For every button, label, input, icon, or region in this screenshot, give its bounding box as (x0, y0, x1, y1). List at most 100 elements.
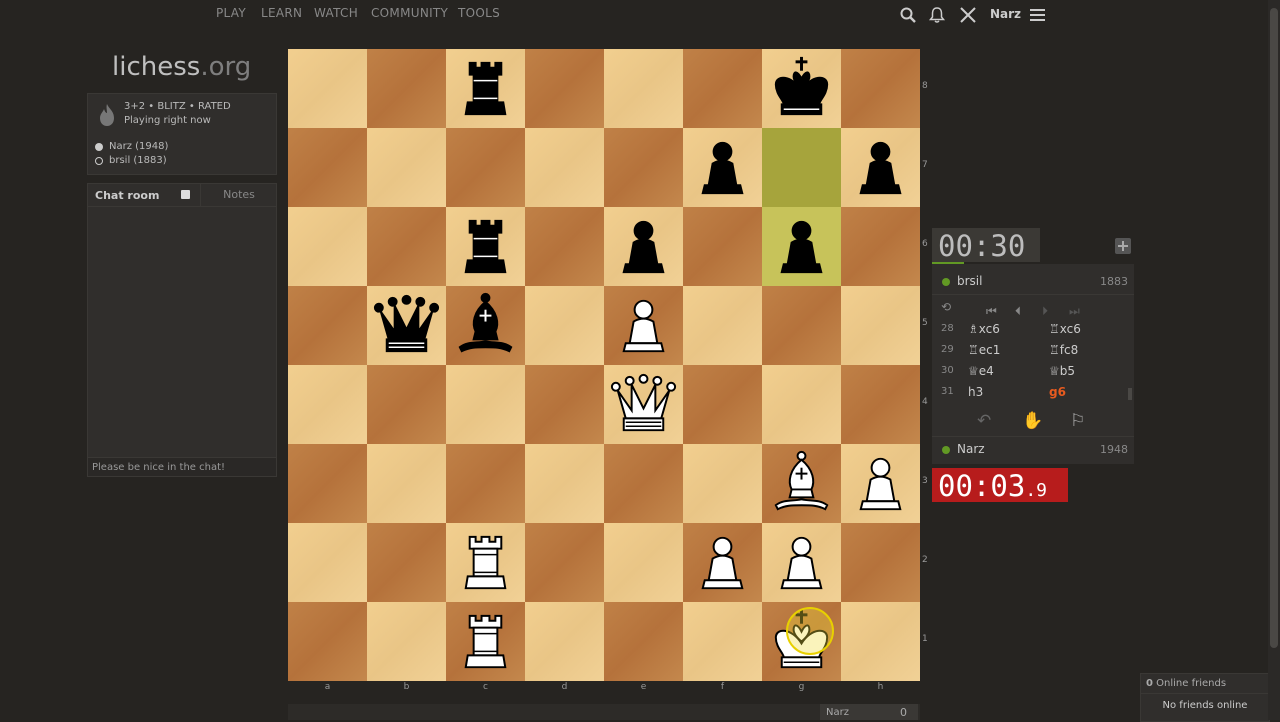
square-d5[interactable] (525, 286, 604, 365)
white-pawn-icon[interactable] (683, 523, 762, 602)
black-queen-icon[interactable] (367, 286, 446, 365)
square-a1[interactable] (288, 602, 367, 681)
square-b7[interactable] (367, 128, 446, 207)
square-b4[interactable] (367, 365, 446, 444)
page-scrollbar-thumb[interactable] (1270, 8, 1278, 648)
square-a8[interactable] (288, 49, 367, 128)
takeback-icon[interactable]: ↶ (977, 411, 991, 431)
square-a7[interactable] (288, 128, 367, 207)
move-white[interactable]: h3 (968, 385, 983, 399)
square-d3[interactable] (525, 444, 604, 523)
black-bishop-icon[interactable] (446, 286, 525, 365)
square-b2[interactable] (367, 523, 446, 602)
square-a6[interactable] (288, 207, 367, 286)
square-g7[interactable] (762, 128, 841, 207)
square-f4[interactable] (683, 365, 762, 444)
square-e2[interactable] (604, 523, 683, 602)
square-c7[interactable] (446, 128, 525, 207)
add-time-icon[interactable] (1114, 237, 1132, 255)
square-h1[interactable] (841, 602, 920, 681)
white-bishop-icon[interactable] (762, 444, 841, 523)
square-b1[interactable] (367, 602, 446, 681)
square-h4[interactable] (841, 365, 920, 444)
square-d4[interactable] (525, 365, 604, 444)
resign-flag-icon[interactable]: ⚐ (1070, 411, 1085, 431)
bell-icon[interactable] (928, 6, 946, 24)
move-black[interactable]: ♖xc6 (1049, 322, 1081, 336)
nav-community[interactable]: COMMUNITY (371, 6, 448, 20)
search-icon[interactable] (899, 6, 917, 24)
square-e1[interactable] (604, 602, 683, 681)
square-g4[interactable] (762, 365, 841, 444)
last-move-icon[interactable]: ⏭ (1069, 304, 1080, 319)
square-e3[interactable] (604, 444, 683, 523)
nav-tools[interactable]: TOOLS (458, 6, 500, 20)
offer-draw-icon[interactable]: ✋ (1022, 411, 1043, 431)
square-e8[interactable] (604, 49, 683, 128)
tab-chat-room[interactable]: Chat room (95, 189, 159, 202)
hamburger-menu-icon[interactable] (1029, 6, 1047, 24)
square-b8[interactable] (367, 49, 446, 128)
square-h6[interactable] (841, 207, 920, 286)
crossed-swords-icon[interactable] (959, 6, 977, 24)
square-g5[interactable] (762, 286, 841, 365)
square-d2[interactable] (525, 523, 604, 602)
user-menu[interactable]: Narz (990, 7, 1021, 21)
square-a3[interactable] (288, 444, 367, 523)
square-b6[interactable] (367, 207, 446, 286)
white-pawn-icon[interactable] (762, 523, 841, 602)
player-name[interactable]: Narz (957, 442, 985, 456)
white-pawn-icon[interactable] (841, 444, 920, 523)
friends-box[interactable]: 0 Online friends No friends online (1140, 673, 1270, 722)
move-white[interactable]: ♗xc6 (968, 322, 1000, 336)
square-a4[interactable] (288, 365, 367, 444)
black-pawn-icon[interactable] (604, 207, 683, 286)
white-queen-icon[interactable] (604, 365, 683, 444)
white-rook-icon[interactable] (446, 602, 525, 681)
flip-board-icon[interactable]: ⟲ (941, 300, 951, 314)
black-pawn-icon[interactable] (683, 128, 762, 207)
tab-notes[interactable]: Notes (200, 184, 277, 206)
black-pawn-icon[interactable] (841, 128, 920, 207)
square-f5[interactable] (683, 286, 762, 365)
white-player-link[interactable]: Narz (1948) (109, 141, 168, 152)
move-white[interactable]: ♖ec1 (968, 343, 1000, 357)
black-king-icon[interactable] (762, 49, 841, 128)
square-a5[interactable] (288, 286, 367, 365)
black-pawn-icon[interactable] (762, 207, 841, 286)
nav-play[interactable]: PLAY (216, 6, 246, 20)
square-f8[interactable] (683, 49, 762, 128)
square-e7[interactable] (604, 128, 683, 207)
square-d6[interactable] (525, 207, 604, 286)
move-list-scrollbar[interactable] (1128, 388, 1132, 400)
move-black[interactable]: ♖fc8 (1049, 343, 1078, 357)
opponent-name[interactable]: brsil (957, 274, 982, 288)
move-black[interactable]: ♕b5 (1049, 364, 1075, 378)
black-rook-icon[interactable] (446, 207, 525, 286)
nav-learn[interactable]: LEARN (261, 6, 302, 20)
site-logo[interactable]: lichess.org (112, 52, 251, 82)
square-f1[interactable] (683, 602, 762, 681)
square-h5[interactable] (841, 286, 920, 365)
black-player-link[interactable]: brsil (1883) (109, 155, 167, 166)
chess-board[interactable] (288, 49, 920, 681)
black-rook-icon[interactable] (446, 49, 525, 128)
first-move-icon[interactable]: ⏮ (986, 304, 997, 319)
square-b3[interactable] (367, 444, 446, 523)
square-c4[interactable] (446, 365, 525, 444)
white-pawn-icon[interactable] (604, 286, 683, 365)
square-h8[interactable] (841, 49, 920, 128)
square-d1[interactable] (525, 602, 604, 681)
chat-toggle-checkbox[interactable] (181, 190, 190, 199)
square-d8[interactable] (525, 49, 604, 128)
prev-move-icon[interactable]: ⏴ (1015, 304, 1021, 319)
nav-watch[interactable]: WATCH (314, 6, 358, 20)
white-rook-icon[interactable] (446, 523, 525, 602)
square-f6[interactable] (683, 207, 762, 286)
move-black[interactable]: g6 (1049, 385, 1066, 399)
move-white[interactable]: ♕e4 (968, 364, 994, 378)
square-d7[interactable] (525, 128, 604, 207)
chat-input[interactable]: Please be nice in the chat! (88, 457, 276, 476)
square-a2[interactable] (288, 523, 367, 602)
square-c3[interactable] (446, 444, 525, 523)
